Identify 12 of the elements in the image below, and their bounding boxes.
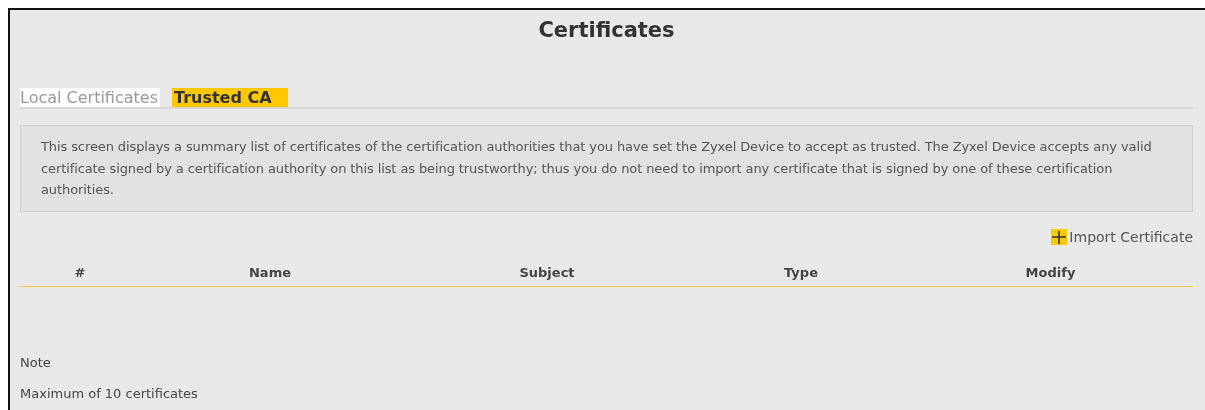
column-header: Subject <box>518 264 576 280</box>
note-text: Maximum of 10 certificates <box>20 385 199 401</box>
column-header: Type <box>783 264 819 280</box>
column-header: Name <box>248 264 292 280</box>
page-title: Certificates <box>537 17 676 44</box>
column-header: # <box>73 264 87 280</box>
note-heading: Note <box>20 354 52 370</box>
import-certificate-button[interactable]: Import Certificate <box>1051 228 1193 245</box>
column-header: Modify <box>1024 264 1077 280</box>
tab[interactable]: Trusted CA <box>172 88 288 107</box>
description-box: This screen displays a summary list of certificates of the certification authorities that you have set the Zyxel Device to accept as trusted. The Zyxel Device accepts any valid certificate signed by a certification authority on this list as being trustworthy; thus you do not need to import any certificate that is signed by one of these certification authorities. <box>20 125 1193 212</box>
plus-icon <box>1051 228 1068 245</box>
